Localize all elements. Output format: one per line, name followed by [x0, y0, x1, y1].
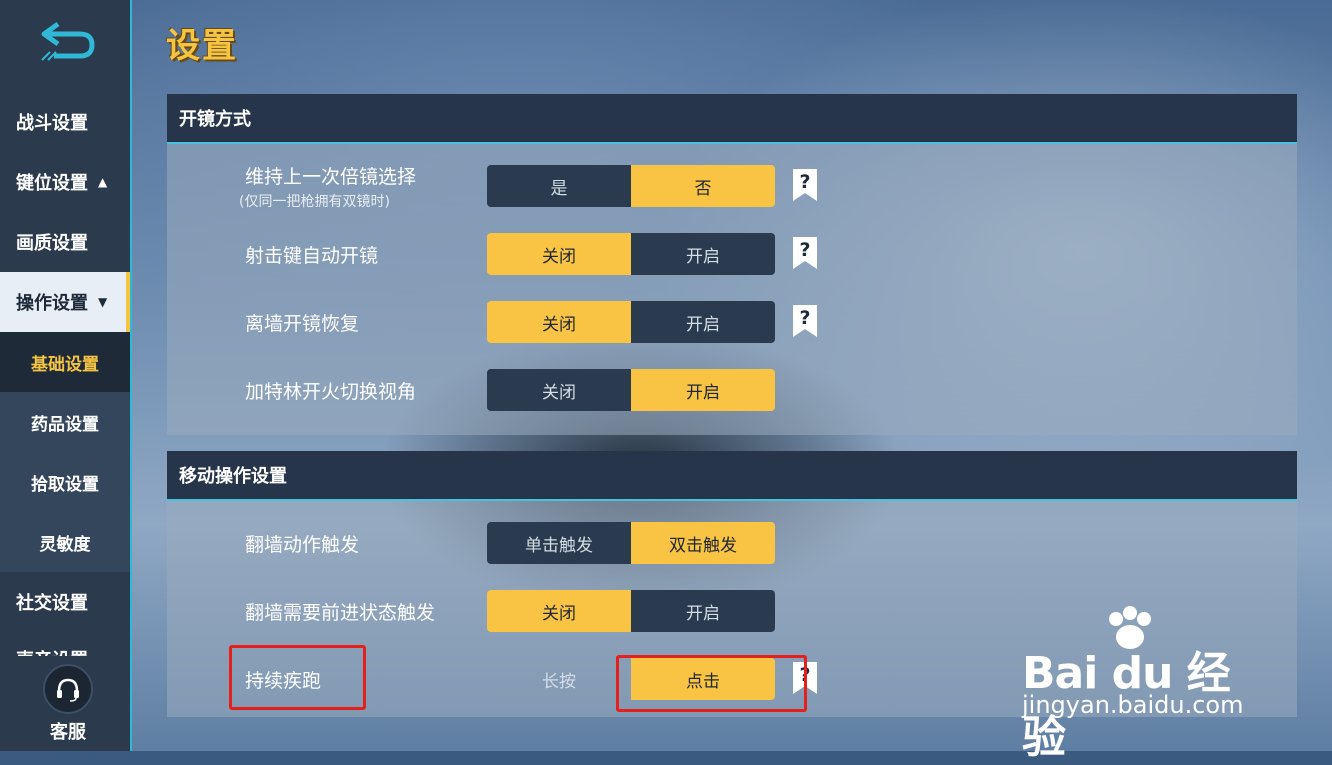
- help-button[interactable]: ?: [791, 167, 819, 203]
- back-button[interactable]: [32, 16, 102, 64]
- nav-sub-label: 基础设置: [31, 354, 99, 375]
- setting-row: 翻墙动作触发 单击触发 双击触发: [167, 522, 1297, 564]
- nav-clip: 声音设置: [0, 632, 130, 656]
- question-bookmark-icon: ?: [793, 237, 817, 269]
- option-on[interactable]: 开启: [631, 369, 775, 411]
- option-on[interactable]: 开启: [631, 233, 775, 275]
- nav-sub-label: 拾取设置: [31, 474, 99, 495]
- customer-service-label: 客服: [50, 722, 86, 743]
- option-toggle: 关闭 开启: [487, 233, 775, 275]
- highlight-box-label: [229, 645, 366, 710]
- option-toggle: 单击触发 双击触发: [487, 522, 775, 564]
- nav-sound-settings[interactable]: 声音设置: [0, 632, 130, 656]
- question-bookmark-icon: ?: [793, 305, 817, 337]
- option-toggle: 关闭 开启: [487, 301, 775, 343]
- option-on[interactable]: 开启: [631, 301, 775, 343]
- nav-label: 战斗设置: [16, 113, 88, 134]
- headset-icon: [43, 664, 93, 714]
- svg-text:?: ?: [799, 239, 810, 261]
- nav-social-settings[interactable]: 社交设置: [0, 572, 130, 632]
- nav-label: 键位设置: [16, 173, 88, 194]
- option-off[interactable]: 关闭: [487, 590, 631, 632]
- option-toggle: 是 否: [487, 165, 775, 207]
- setting-label: 射击键自动开镜: [245, 233, 378, 275]
- option-off[interactable]: 关闭: [487, 301, 631, 343]
- setting-name: 翻墙需要前进状态触发: [245, 601, 436, 624]
- nav-sub-label: 药品设置: [31, 414, 99, 435]
- svg-text:?: ?: [799, 171, 810, 193]
- help-button[interactable]: ?: [791, 303, 819, 339]
- option-toggle: 关闭 开启: [487, 369, 775, 411]
- nav-label: 操作设置: [16, 293, 88, 314]
- section-header: 移动操作设置: [167, 451, 1297, 501]
- nav-label: 声音设置: [16, 646, 88, 656]
- setting-label: 翻墙动作触发: [245, 522, 359, 564]
- baidu-jingyan-watermark: Bai du 经验 jingyan.baidu.com: [1022, 605, 1262, 763]
- nav-battle-settings[interactable]: 战斗设置: [0, 92, 130, 152]
- setting-label: 离墙开镜恢复: [245, 301, 359, 343]
- expand-arrow-icon: ▼: [98, 295, 108, 309]
- setting-row: 加特林开火切换视角 关闭 开启: [167, 369, 1297, 411]
- option-off[interactable]: 关闭: [487, 233, 631, 275]
- svg-text:?: ?: [799, 307, 810, 329]
- watermark-url: jingyan.baidu.com: [1022, 691, 1244, 719]
- collapse-arrow-icon: ▲: [98, 175, 108, 189]
- setting-row: 维持上一次倍镜选择 (仅同一把枪拥有双镜时) 是 否 ?: [167, 165, 1297, 210]
- nav-sub-sensitivity[interactable]: 灵敏度: [0, 512, 130, 572]
- option-long-press[interactable]: 长按: [487, 658, 631, 700]
- option-single-tap[interactable]: 单击触发: [487, 522, 631, 564]
- section-header: 开镜方式: [167, 94, 1297, 144]
- back-arrow-icon: [41, 21, 95, 61]
- nav-key-settings[interactable]: 键位设置 ▲: [0, 152, 130, 212]
- option-toggle: 关闭 开启: [487, 590, 775, 632]
- nav-sub-basic-settings[interactable]: 基础设置: [0, 332, 130, 392]
- setting-row: 离墙开镜恢复 关闭 开启 ?: [167, 301, 1297, 343]
- nav-label: 社交设置: [16, 593, 88, 614]
- setting-label: 翻墙需要前进状态触发: [245, 590, 435, 632]
- help-button[interactable]: ?: [791, 235, 819, 271]
- section-title: 开镜方式: [179, 109, 251, 130]
- highlight-box-option: [616, 655, 807, 712]
- setting-name: 离墙开镜恢复: [245, 312, 360, 335]
- setting-row: 射击键自动开镜 关闭 开启 ?: [167, 233, 1297, 275]
- setting-label: 维持上一次倍镜选择 (仅同一把枪拥有双镜时): [239, 165, 417, 210]
- option-double-tap[interactable]: 双击触发: [631, 522, 775, 564]
- setting-note: (仅同一把枪拥有双镜时): [239, 193, 390, 210]
- nav-label: 画质设置: [16, 233, 88, 254]
- page-title: 设置: [166, 26, 238, 66]
- sidebar: 战斗设置 键位设置 ▲ 画质设置 操作设置 ▼ 基础设置 药品设置 拾取设置 灵…: [0, 0, 132, 751]
- setting-name: 维持上一次倍镜选择: [245, 165, 417, 188]
- question-bookmark-icon: ?: [793, 169, 817, 201]
- nav-operation-settings[interactable]: 操作设置 ▼: [0, 272, 130, 332]
- option-on[interactable]: 开启: [631, 590, 775, 632]
- setting-name: 翻墙动作触发: [245, 533, 360, 556]
- section-title: 移动操作设置: [179, 466, 287, 487]
- option-yes[interactable]: 是: [487, 165, 631, 207]
- setting-label: 加特林开火切换视角: [245, 369, 416, 411]
- nav-sub-pickup-settings[interactable]: 拾取设置: [0, 452, 130, 512]
- nav-sub-label: 灵敏度: [39, 534, 91, 555]
- option-no[interactable]: 否: [631, 165, 775, 207]
- setting-name: 射击键自动开镜: [245, 244, 379, 267]
- setting-name: 加特林开火切换视角: [245, 380, 417, 403]
- option-off[interactable]: 关闭: [487, 369, 631, 411]
- nav-sub-medicine-settings[interactable]: 药品设置: [0, 392, 130, 452]
- section-scope-mode: 开镜方式 维持上一次倍镜选择 (仅同一把枪拥有双镜时) 是 否 ? 射击键自动开…: [167, 94, 1297, 435]
- nav-graphics-settings[interactable]: 画质设置: [0, 212, 130, 272]
- customer-service-button[interactable]: 客服: [30, 664, 106, 744]
